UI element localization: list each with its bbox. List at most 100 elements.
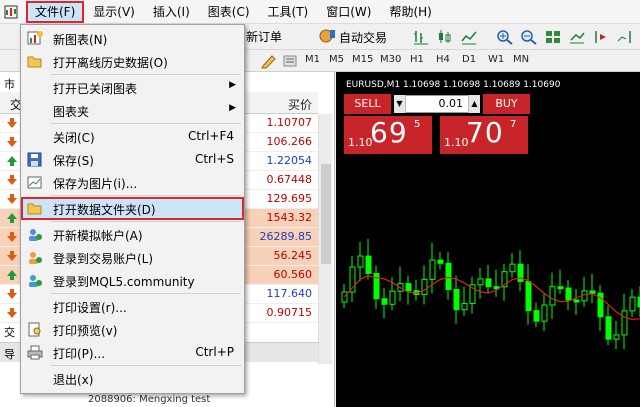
- auto-trading-icon: [318, 28, 336, 47]
- tf-mn[interactable]: MN: [513, 54, 529, 65]
- file-menu-dropdown: 新图表(N) 打开离线历史数据(O) 打开已关闭图表 ▶ 图表夹 ▶ 关闭(C) Ctrl+F…: [20, 24, 245, 394]
- navigator-account-item[interactable]: 2088906: Mengxing test: [88, 394, 210, 405]
- tf-m30[interactable]: M30: [380, 54, 401, 65]
- candle-body: [437, 259, 444, 264]
- file-menu-item-label: 开新模拟帐户(A): [53, 229, 143, 243]
- bid-price: 60.560: [273, 268, 313, 281]
- bid-price: 1543.32: [266, 211, 313, 224]
- file-menu-item-3[interactable]: 图表夹 ▶: [21, 99, 244, 122]
- pen-icon[interactable]: [260, 53, 278, 69]
- menu-separator: [51, 123, 241, 124]
- market-watch-scrollbar[interactable]: [318, 114, 332, 364]
- chart-shift-icon[interactable]: [592, 29, 610, 45]
- file-menu-item-7[interactable]: 打开数据文件夹(D): [21, 197, 244, 220]
- file-menu-item-label: 保存为图片(i)...: [53, 177, 138, 191]
- auto-scroll-icon[interactable]: [568, 29, 586, 45]
- market-watch-title: 市: [4, 78, 15, 91]
- menu-insert[interactable]: 插入(I): [144, 1, 199, 23]
- price-down-icon: [6, 288, 18, 303]
- moving-average-line: [343, 275, 640, 320]
- menu-separator: [51, 195, 241, 196]
- tf-m1[interactable]: M1: [305, 54, 320, 65]
- new-account-icon: [27, 227, 43, 242]
- candle-body: [453, 289, 460, 311]
- candlestick-icon[interactable]: [436, 29, 454, 45]
- bar-chart-icon[interactable]: [412, 29, 430, 45]
- candle-body: [405, 283, 412, 292]
- tf-m15[interactable]: M15: [352, 54, 373, 65]
- candle-body: [533, 310, 540, 322]
- auto-trading-button[interactable]: 自动交易: [318, 28, 387, 47]
- menu-help[interactable]: 帮助(H): [380, 1, 440, 23]
- tile-windows-icon[interactable]: [544, 29, 562, 45]
- file-menu-shortcut: Ctrl+S: [194, 152, 234, 166]
- file-menu-item-1[interactable]: 打开离线历史数据(O): [21, 50, 244, 73]
- price-chart[interactable]: [336, 72, 640, 407]
- app-icon: [2, 3, 20, 21]
- open-folder-icon: [27, 54, 43, 69]
- candle-body: [485, 278, 492, 288]
- file-menu-item-label: 打开离线历史数据(O): [53, 56, 168, 70]
- templates-icon[interactable]: [282, 53, 300, 69]
- market-watch-tab[interactable]: 交: [4, 324, 15, 340]
- file-menu-item-label: 打印设置(r)...: [53, 301, 127, 315]
- file-menu-item-8[interactable]: 开新模拟帐户(A): [21, 223, 244, 246]
- file-menu-item-label: 登录到交易账户(L): [53, 252, 154, 266]
- file-menu-item-13[interactable]: 打印(P)... Ctrl+P: [21, 341, 244, 364]
- file-menu-item-9[interactable]: 登录到交易账户(L): [21, 246, 244, 269]
- candle-body: [381, 298, 388, 305]
- file-menu-item-12[interactable]: 打印预览(v): [21, 318, 244, 341]
- file-menu-item-14[interactable]: 退出(x): [21, 367, 244, 390]
- price-up-icon: [6, 155, 18, 170]
- candle-body: [613, 334, 620, 340]
- bid-price: 26289.85: [259, 230, 313, 243]
- file-menu-item-0[interactable]: 新图表(N): [21, 27, 244, 50]
- file-menu-item-10[interactable]: 登录到MQL5.community: [21, 269, 244, 292]
- tf-h1[interactable]: H1: [410, 54, 424, 65]
- chart-shift-end-icon[interactable]: [616, 29, 634, 45]
- new-order-button[interactable]: 新订单: [246, 28, 282, 45]
- zoom-out-icon[interactable]: [520, 29, 538, 45]
- menu-separator: [51, 221, 241, 222]
- print-icon: [27, 345, 43, 360]
- bid-price: 1.10707: [266, 116, 313, 129]
- file-menu-item-6[interactable]: 保存为图片(i)...: [21, 171, 244, 194]
- tf-d1[interactable]: D1: [462, 54, 476, 65]
- candle-body: [365, 255, 372, 274]
- tf-h4[interactable]: H4: [436, 54, 450, 65]
- candle-body: [557, 286, 564, 290]
- menu-chart[interactable]: 图表(C): [199, 1, 259, 23]
- file-menu-item-5[interactable]: 保存(S) Ctrl+S: [21, 148, 244, 171]
- menu-tools[interactable]: 工具(T): [259, 1, 318, 23]
- menu-file[interactable]: 文件(F): [26, 0, 85, 23]
- file-menu-item-11[interactable]: 打印设置(r)...: [21, 295, 244, 318]
- file-menu-item-label: 退出(x): [53, 373, 94, 387]
- bid-price: 117.640: [266, 287, 313, 300]
- price-down-icon: [6, 307, 18, 322]
- candle-body: [429, 259, 436, 280]
- candle-body: [549, 286, 556, 306]
- candle-body: [629, 296, 636, 312]
- price-down-icon: [6, 193, 18, 208]
- bid-column-header[interactable]: 买价: [288, 96, 312, 113]
- data-folder-icon: [27, 201, 43, 216]
- bid-price: 1.22054: [266, 154, 313, 167]
- tf-m5[interactable]: M5: [329, 54, 344, 65]
- menu-window[interactable]: 窗口(W): [317, 1, 380, 23]
- file-menu-item-label: 打印(P)...: [53, 347, 106, 361]
- file-menu-item-4[interactable]: 关闭(C) Ctrl+F4: [21, 125, 244, 148]
- chart-window[interactable]: EURUSD,M1 1.10698 1.10698 1.10689 1.1069…: [336, 72, 640, 407]
- zoom-in-icon[interactable]: [496, 29, 514, 45]
- menu-view[interactable]: 显示(V): [84, 1, 144, 23]
- save-image-icon: [27, 175, 43, 190]
- candle-body: [461, 303, 468, 311]
- scrollbar-thumb[interactable]: [321, 164, 331, 264]
- submenu-arrow-icon: ▶: [229, 80, 236, 90]
- save-icon: [27, 152, 43, 167]
- candle-body: [509, 263, 516, 273]
- tf-w1[interactable]: W1: [488, 54, 504, 65]
- price-down-icon: [6, 174, 18, 189]
- price-down-icon: [6, 117, 18, 132]
- file-menu-item-2[interactable]: 打开已关闭图表 ▶: [21, 76, 244, 99]
- line-chart-icon[interactable]: [460, 29, 478, 45]
